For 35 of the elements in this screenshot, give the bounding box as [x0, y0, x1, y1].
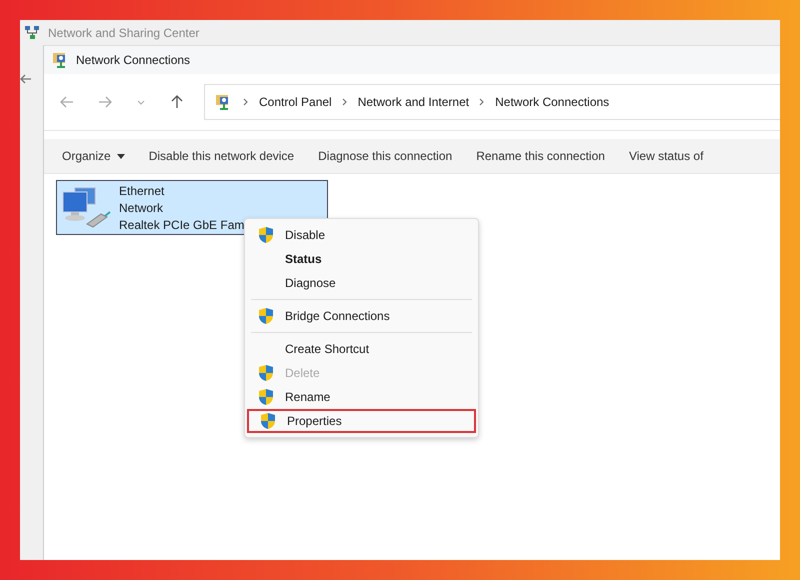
toolbar-button[interactable]: Organize: [52, 145, 135, 167]
network-icon: [24, 24, 40, 40]
back-arrow-icon[interactable]: [60, 95, 74, 109]
caret-icon: [116, 154, 125, 158]
toolbar-button[interactable]: Disable this network device: [138, 145, 304, 167]
window-title: Network Connections: [76, 53, 190, 67]
chevron-right-icon: [342, 98, 348, 106]
connection-status: Network: [119, 200, 164, 217]
shield-icon: [258, 226, 274, 244]
toolbar-button[interactable]: View status of: [618, 145, 714, 167]
toolbar-button[interactable]: Rename this connection: [466, 145, 615, 167]
shield-icon: [258, 307, 274, 325]
breadcrumb-item[interactable]: Control Panel: [259, 95, 332, 109]
menu-item[interactable]: Status: [247, 247, 476, 271]
connection-name: Ethernet: [119, 183, 166, 200]
chevron-right-icon: [243, 98, 249, 106]
menu-item[interactable]: Diagnose: [247, 271, 476, 295]
forward-arrow-icon[interactable]: [98, 95, 112, 109]
breadcrumb-item[interactable]: Network and Internet: [358, 95, 470, 109]
computer-network-icon: [61, 186, 113, 230]
chevron-right-icon: [479, 98, 486, 106]
menu-item[interactable]: Properties: [247, 409, 476, 433]
back-arrow-icon[interactable]: [20, 73, 32, 85]
menu-item[interactable]: Bridge Connections: [247, 304, 476, 328]
shield-icon: [258, 388, 274, 406]
up-arrow-icon[interactable]: [170, 95, 184, 109]
adapter-name: Realtek PCIe GbE Fam: [119, 217, 244, 234]
toolbar-button[interactable]: Diagnose this connection: [308, 145, 462, 167]
address-bar[interactable]: Control Panel Network and Internet Network Connections: [204, 84, 780, 120]
shield-icon: [258, 364, 274, 382]
menu-item[interactable]: Create Shortcut: [247, 337, 476, 361]
window-title: Network and Sharing Center: [48, 26, 200, 40]
shield-icon: [260, 412, 276, 430]
menu-item[interactable]: Rename: [247, 385, 476, 409]
breadcrumb-item[interactable]: Network Connections: [495, 95, 610, 109]
